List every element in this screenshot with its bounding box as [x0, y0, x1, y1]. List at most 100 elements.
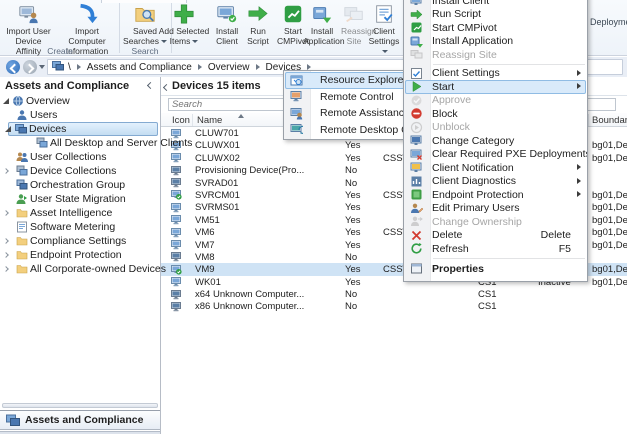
- forward-button[interactable]: [23, 60, 37, 74]
- start-cmpivot-icon: [410, 21, 423, 34]
- device-client-icon: [171, 153, 182, 163]
- menu-item-remote-assistance[interactable]: Remote Assistance: [284, 105, 408, 122]
- expander-collapsed-icon[interactable]: [3, 238, 9, 244]
- menu-shortcut: Delete: [540, 229, 571, 242]
- device-client-check-icon: [171, 264, 182, 275]
- back-button[interactable]: [6, 60, 20, 74]
- install-client-button[interactable]: Install Client: [212, 2, 242, 46]
- block-icon: [410, 107, 423, 120]
- table-row[interactable]: x64 Unknown Computer... No CS1: [161, 288, 627, 300]
- column-header-boundary-group[interactable]: Boundary G: [592, 115, 627, 126]
- menu-item-install-client[interactable]: Install Client: [404, 0, 587, 8]
- expander-expanded-icon[interactable]: [3, 98, 9, 104]
- tree-item-user-collections[interactable]: User Collections: [0, 150, 160, 164]
- menu-item-start-cmpivot[interactable]: Start CMPivot: [404, 21, 587, 35]
- navigation-pane: Assets and Compliance Overview Users Dev…: [0, 77, 192, 434]
- tree-item-label: Endpoint Protection: [30, 249, 122, 261]
- breadcrumb-separator-icon: [76, 64, 81, 70]
- column-header-name[interactable]: Name: [197, 115, 222, 126]
- expander-collapsed-icon[interactable]: [3, 168, 9, 174]
- import-computer-information-icon: [56, 3, 118, 27]
- menu-item-change-category[interactable]: Change Category: [404, 134, 587, 148]
- menu-item-refresh[interactable]: Refresh F5: [404, 242, 587, 256]
- menu-item-edit-primary-users[interactable]: Edit Primary Users: [404, 202, 587, 216]
- menu-item-remote-control[interactable]: Remote Control: [284, 89, 408, 106]
- column-separator[interactable]: [192, 114, 193, 126]
- workspace-button-assets-and-compliance[interactable]: Assets and Compliance: [0, 410, 160, 430]
- menu-item-endpoint-protection[interactable]: Endpoint Protection: [404, 188, 587, 202]
- import-user-device-affinity-button[interactable]: Import User Device Affinity: [2, 2, 55, 55]
- expander-collapsed-icon[interactable]: [3, 252, 9, 258]
- folder-icon: [16, 249, 28, 261]
- menu-item-delete[interactable]: Delete Delete: [404, 229, 587, 243]
- navigation-tree: Overview Users Devices All Desktop and S…: [0, 94, 192, 276]
- collapse-pane-icon[interactable]: [146, 81, 155, 90]
- menu-item-block[interactable]: Block: [404, 107, 587, 121]
- client-settings-button[interactable]: Client Settings: [366, 2, 402, 53]
- sort-ascending-icon: [238, 114, 244, 118]
- client-diagnostics-icon: [410, 175, 423, 188]
- breadcrumb-overview[interactable]: Overview: [208, 62, 250, 73]
- expander-expanded-icon[interactable]: [5, 126, 11, 132]
- ribbon-button-label: Run Script: [247, 26, 269, 46]
- expander-collapsed-icon[interactable]: [3, 210, 9, 216]
- tree-item-users[interactable]: Users: [0, 108, 160, 122]
- install-application-button[interactable]: Install Application: [303, 2, 345, 46]
- column-header-icon[interactable]: Icon: [172, 115, 190, 126]
- menu-item-change-ownership[interactable]: Change Ownership: [404, 215, 587, 229]
- tree-item-software-metering[interactable]: Software Metering: [0, 220, 160, 234]
- edit-primary-users-icon: [410, 202, 423, 215]
- tree-item-overview[interactable]: Overview: [0, 94, 160, 108]
- tree-item-compliance-settings[interactable]: Compliance Settings: [0, 234, 160, 248]
- menu-item-client-diagnostics[interactable]: Client Diagnostics: [404, 175, 587, 189]
- tree-item-endpoint-protection[interactable]: Endpoint Protection: [0, 248, 160, 262]
- add-selected-items-button[interactable]: Add Selected Items: [158, 2, 210, 46]
- tree-item-label: Software Metering: [30, 221, 116, 233]
- menu-item-client-notification[interactable]: Client Notification: [404, 161, 587, 175]
- reassign-site-button[interactable]: Reassign Site: [341, 2, 376, 46]
- reassign-site-icon: [341, 3, 367, 27]
- device-icon: [15, 123, 27, 135]
- navigation-pane-header: Assets and Compliance: [0, 77, 160, 95]
- menu-separator: [433, 63, 585, 65]
- menu-item-resource-explorer[interactable]: Resource Explorer: [284, 72, 408, 89]
- menu-item-start[interactable]: Start: [404, 80, 587, 94]
- folder-icon: [16, 263, 28, 275]
- dropdown-caret-icon: [382, 49, 388, 53]
- breadcrumb-separator-icon: [255, 64, 260, 70]
- breadcrumb-separator-icon: [197, 64, 202, 70]
- menu-item-clear-required-pxe-deployments[interactable]: Clear Required PXE Deployments: [404, 148, 587, 162]
- run-script-button[interactable]: Run Script: [244, 2, 272, 46]
- tree-item-label: User Collections: [30, 151, 107, 163]
- reassign-site-icon: [410, 48, 423, 61]
- remote-desktop-client-icon: [290, 123, 303, 136]
- menu-item-approve[interactable]: Approve: [404, 94, 587, 108]
- import-computer-information-button[interactable]: Import Computer Information: [56, 2, 118, 55]
- refresh-icon: [410, 242, 423, 255]
- pane-splitter-grip[interactable]: [2, 403, 158, 408]
- table-row[interactable]: x86 Unknown Computer... No CS1: [161, 300, 627, 312]
- history-dropdown-icon[interactable]: [39, 65, 45, 69]
- menu-item-reassign-site[interactable]: Reassign Site: [404, 48, 587, 62]
- expander-collapsed-icon[interactable]: [3, 266, 9, 272]
- device-client-icon: [171, 215, 182, 225]
- menu-item-run-script[interactable]: Run Script: [404, 8, 587, 22]
- menu-item-client-settings[interactable]: Client Settings: [404, 67, 587, 81]
- tree-item-user-state-migration[interactable]: User State Migration: [0, 192, 160, 206]
- menu-item-properties[interactable]: Properties: [404, 261, 587, 277]
- tree-item-devices[interactable]: Devices: [0, 122, 160, 136]
- breadcrumb-root[interactable]: \: [68, 62, 71, 73]
- column-separator[interactable]: [588, 114, 589, 126]
- menu-item-remote-desktop-client[interactable]: Remote Desktop Client: [284, 122, 408, 139]
- tree-item-orchestration-group[interactable]: Orchestration Group: [0, 178, 160, 192]
- navigation-pane-title: Assets and Compliance: [5, 80, 130, 92]
- menu-item-install-application[interactable]: Install Application: [404, 35, 587, 49]
- overview-icon: [12, 95, 24, 107]
- tree-item-device-collections[interactable]: Device Collections: [0, 164, 160, 178]
- tree-item-all-corporate-owned-devices[interactable]: All Corporate-owned Devices: [0, 262, 166, 276]
- tree-item-all-desktop-and-server-clients[interactable]: All Desktop and Server Clients: [0, 136, 192, 150]
- collapse-list-icon[interactable]: [162, 83, 171, 92]
- tree-item-asset-intelligence[interactable]: Asset Intelligence: [0, 206, 160, 220]
- breadcrumb-assets-and-compliance[interactable]: Assets and Compliance: [87, 62, 192, 73]
- menu-item-unblock[interactable]: Unblock: [404, 121, 587, 135]
